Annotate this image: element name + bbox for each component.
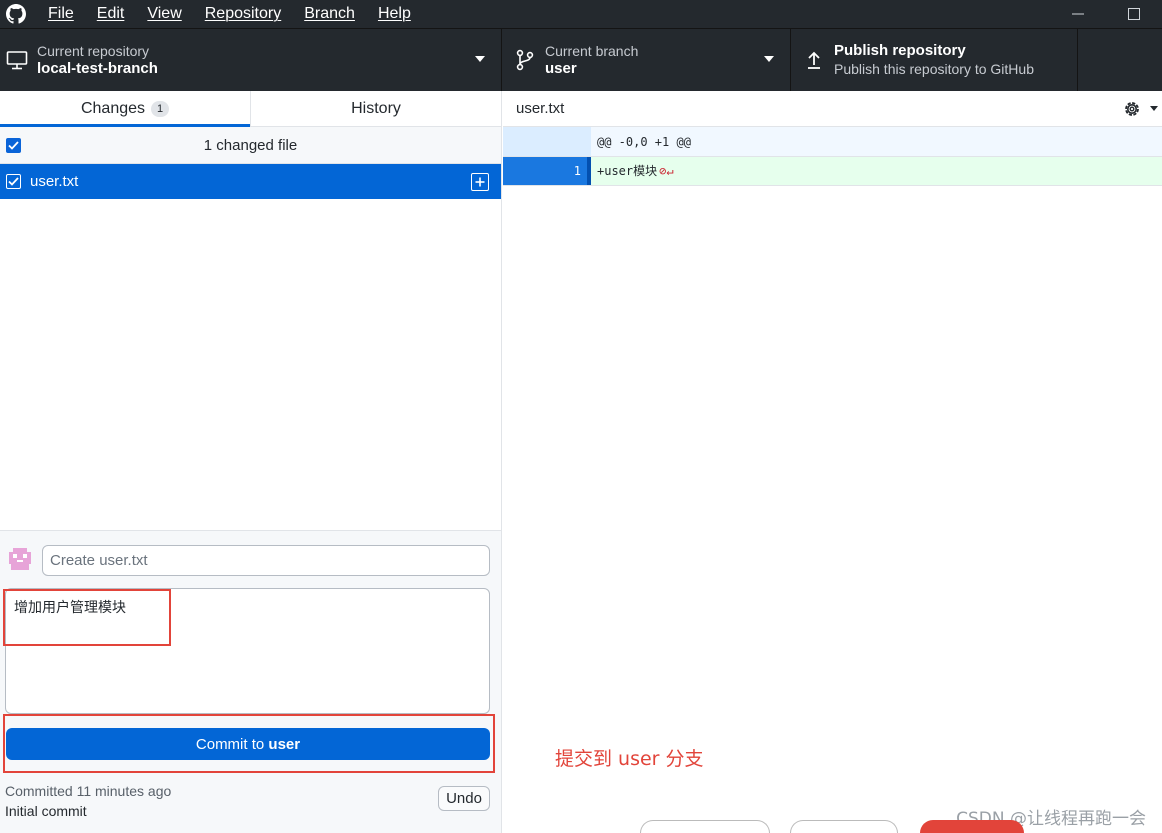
changes-header: 1 changed file [0,127,501,164]
taskbar-item [790,820,898,833]
tab-history[interactable]: History [250,91,501,126]
diff-line-content: +user模块 ⊘↵ [591,157,1162,185]
branch-text: Current branch user [545,42,638,78]
gutter-old [503,127,547,156]
window-controls [1050,0,1162,28]
computer-icon [2,50,32,70]
gutter-old [503,157,547,185]
maximize-icon [1128,8,1140,20]
title-bar: File Edit View Repository Branch Help [0,0,1162,28]
taskbar-item [920,820,1024,833]
menu-help[interactable]: Help [378,5,411,23]
commit-summary-input[interactable] [42,545,490,576]
menu-branch[interactable]: Branch [304,5,355,23]
menu-repository[interactable]: Repository [205,5,281,23]
file-checkbox[interactable] [6,174,21,189]
hunk-header-text: @@ -0,0 +1 @@ [597,135,691,149]
file-added-icon [471,173,489,191]
checkmark-icon [8,177,19,186]
annotation-highlight-box [3,589,171,646]
taskbar-item [640,820,770,833]
menu-file[interactable]: File [48,5,74,23]
publish-text: Publish repository Publish this reposito… [834,42,1034,78]
current-repository-dropdown[interactable]: Current repository local-test-branch [0,29,502,91]
repo-name: local-test-branch [37,60,158,77]
annotation-text: 提交到 user 分支 [555,748,704,770]
repo-text: Current repository local-test-branch [37,42,158,78]
diff-file-name: user.txt [516,100,565,117]
minimize-button[interactable] [1050,0,1106,28]
tab-changes[interactable]: Changes 1 [0,91,250,127]
diff-line[interactable]: 1 +user模块 ⊘↵ [503,157,1162,186]
diff-header: user.txt [503,91,1162,127]
menu-edit[interactable]: Edit [97,5,125,23]
menu-view[interactable]: View [147,5,181,23]
changes-panel: Changes 1 History 1 changed file user.tx… [0,91,502,833]
annotation-highlight-box [3,714,495,773]
current-branch-dropdown[interactable]: Current branch user [502,29,791,91]
file-name: user.txt [30,173,79,190]
file-list-item[interactable]: user.txt [0,164,501,199]
minimize-icon [1072,13,1084,15]
upload-arrow-icon [799,49,829,71]
diff-panel: user.txt @@ -0,0 +1 @@ 1 +user模块 ⊘↵ [503,91,1162,833]
commit-form: 增加用户管理模块 Commit to user Committed 11 min… [0,530,501,833]
diff-hunk-header: @@ -0,0 +1 @@ [503,127,1162,157]
last-commit-message: Initial commit [5,803,87,819]
branch-label: Current branch [545,43,639,59]
maximize-button[interactable] [1106,0,1162,28]
panel-tabs: Changes 1 History [0,91,501,127]
github-logo-icon [2,0,30,28]
publish-subtitle: Publish this repository to GitHub [834,61,1034,77]
changes-count-badge: 1 [151,100,170,117]
repo-label: Current repository [37,43,150,59]
tab-history-label: History [351,99,401,117]
line-number: 1 [547,157,591,185]
chevron-down-icon [475,56,485,62]
last-commit-info: Committed 11 minutes ago Initial commit [5,781,171,821]
menu-bar: File Edit View Repository Branch Help [48,5,434,23]
no-newline-icon: ⊘↵ [659,164,674,178]
publish-repository-button[interactable]: Publish repository Publish this reposito… [791,29,1078,91]
tab-changes-label: Changes [80,99,146,117]
toolbar: Current repository local-test-branch Cur… [0,28,1162,91]
git-branch-icon [510,49,540,71]
gutter-new [547,127,591,156]
chevron-down-icon [764,56,774,62]
gear-icon[interactable] [1122,99,1142,119]
avatar [7,546,33,572]
publish-title: Publish repository [834,42,966,59]
changed-files-count: 1 changed file [203,136,298,154]
last-commit-time: Committed 11 minutes ago [5,783,172,799]
diff-line-text: +user模块 [597,164,658,178]
branch-name: user [545,60,577,77]
undo-button[interactable]: Undo [438,786,490,811]
chevron-down-icon [1150,106,1158,111]
